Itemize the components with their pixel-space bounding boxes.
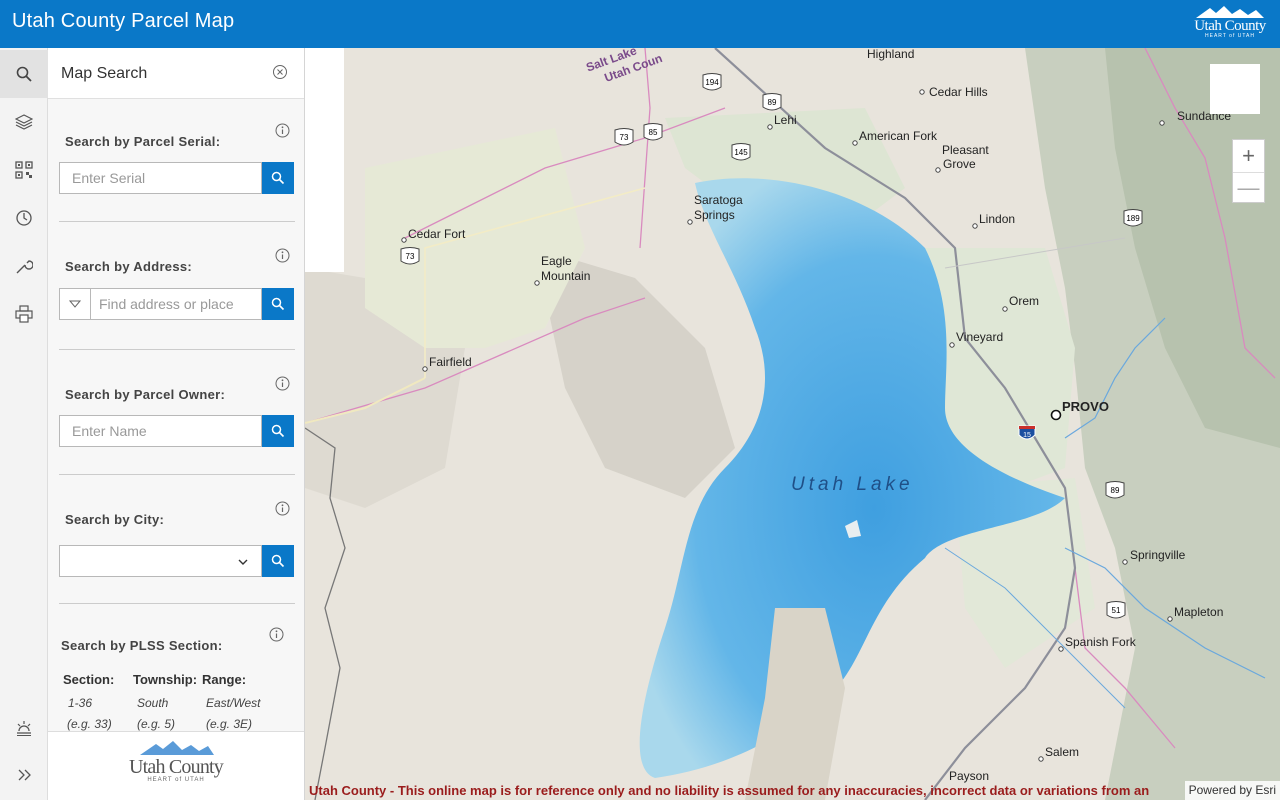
qr-tool-button[interactable] (0, 146, 48, 194)
parcel-serial-row: Enter Serial (59, 162, 294, 194)
svg-text:194: 194 (705, 78, 719, 87)
map-search-panel: Map Search Search by Parcel Serial: Ente… (48, 48, 305, 800)
history-icon (16, 210, 32, 226)
svg-text:89: 89 (1111, 486, 1120, 495)
divider (59, 349, 295, 350)
info-icon[interactable] (275, 123, 290, 138)
address-source-dropdown[interactable] (59, 288, 91, 320)
lake-label: Utah Lake (791, 474, 914, 495)
panel-header: Map Search (48, 48, 304, 99)
search-icon (271, 171, 285, 185)
town-markers (401, 89, 1173, 762)
owner-name-input[interactable]: Enter Name (59, 415, 262, 447)
plss-range-hint: East/West (206, 696, 261, 710)
plss-range-example: (e.g. 3E) (206, 717, 253, 731)
svg-text:15: 15 (1023, 432, 1031, 439)
divider (59, 603, 295, 604)
plss-label: Search by PLSS Section: (61, 638, 223, 653)
search-icon (271, 297, 285, 311)
city-select[interactable] (59, 545, 262, 577)
print-icon (15, 305, 33, 323)
app-header: Utah County Parcel Map Utah County HEART… (0, 0, 1280, 48)
light-toggle-button[interactable] (0, 704, 48, 752)
svg-text:73: 73 (406, 252, 415, 261)
plss-township-hint: South (137, 696, 169, 710)
route-shield-189: 189 (1123, 209, 1143, 227)
city-label: Search by City: (65, 512, 165, 527)
route-shield-73: 73 (400, 247, 420, 265)
expand-panel-button[interactable] (0, 751, 48, 799)
light-icon (17, 721, 31, 736)
panel-footer-logo: Utah County HEART of UTAH (48, 731, 304, 800)
svg-text:73: 73 (620, 133, 629, 142)
route-shield-194: 194 (702, 73, 722, 91)
zoom-in-button[interactable]: + (1233, 140, 1264, 171)
search-icon (16, 66, 32, 82)
owner-label: Search by Parcel Owner: (65, 387, 226, 402)
panel-title: Map Search (61, 65, 148, 82)
owner-search-button[interactable] (262, 415, 294, 447)
plss-section-hint: 1-36 (68, 696, 93, 710)
interstate-shield-15: 15 (1018, 425, 1036, 440)
layers-icon (15, 114, 33, 130)
route-shield-89: 89 (762, 93, 782, 111)
map-view[interactable]: Highland Cedar Hills Lehi American Fork … (305, 48, 1280, 800)
layers-tool-button[interactable] (0, 98, 48, 146)
chevron-down-icon (238, 559, 248, 565)
app-title: Utah County Parcel Map (12, 10, 235, 32)
svg-text:189: 189 (1126, 214, 1140, 223)
route-shield-89: 89 (1105, 481, 1125, 499)
mountain-logo-icon (140, 741, 214, 755)
history-tool-button[interactable] (0, 194, 48, 242)
city-row (59, 545, 294, 577)
city-search-button[interactable] (262, 545, 294, 577)
route-shield-85: 85 (643, 123, 663, 141)
info-icon[interactable] (275, 248, 290, 263)
divider (59, 221, 295, 222)
triangle-down-icon (69, 300, 81, 308)
search-icon (271, 554, 285, 568)
parcel-serial-label: Search by Parcel Serial: (65, 134, 221, 149)
search-tool-button[interactable] (0, 50, 48, 98)
info-icon[interactable] (275, 376, 290, 391)
plss-township-header: Township: (133, 672, 198, 687)
route-shield-51: 51 (1106, 601, 1126, 619)
plss-section-example: (e.g. 33) (67, 717, 112, 731)
map-widget-placeholder[interactable] (1210, 64, 1260, 114)
search-icon (271, 424, 285, 438)
qr-grid-icon (15, 161, 33, 179)
zoom-control: + — (1232, 139, 1265, 203)
route-shield-73: 73 (614, 128, 634, 146)
plss-section-header: Section: (63, 672, 115, 687)
address-label: Search by Address: (65, 259, 193, 274)
expand-icon (18, 769, 31, 781)
svg-text:145: 145 (734, 148, 748, 157)
close-icon[interactable] (272, 64, 288, 80)
route-shield-145: 145 (731, 143, 751, 161)
print-button[interactable] (0, 290, 48, 338)
info-icon[interactable] (275, 501, 290, 516)
address-search-button[interactable] (262, 288, 294, 320)
plss-range-header: Range: (202, 672, 247, 687)
svg-text:89: 89 (768, 98, 777, 107)
plss-township-example: (e.g. 5) (137, 717, 176, 731)
zoom-out-button[interactable]: — (1233, 172, 1264, 203)
address-input[interactable]: Find address or place (90, 288, 262, 320)
tool-rail (0, 48, 48, 800)
utah-county-logo: Utah County HEART of UTAH (1190, 5, 1270, 43)
tools-button[interactable] (0, 242, 48, 290)
owner-row: Enter Name (59, 415, 294, 447)
parcel-serial-input[interactable]: Enter Serial (59, 162, 262, 194)
powered-by-attribution[interactable]: Powered by Esri (1184, 781, 1280, 800)
wrench-icon (16, 260, 33, 274)
disclaimer-text: Utah County - This online map is for ref… (309, 783, 1150, 798)
parcel-serial-search-button[interactable] (262, 162, 294, 194)
info-icon[interactable] (269, 627, 284, 642)
svg-text:85: 85 (649, 128, 658, 137)
divider (59, 474, 295, 475)
address-row: Find address or place (59, 288, 294, 320)
svg-text:51: 51 (1112, 606, 1121, 615)
